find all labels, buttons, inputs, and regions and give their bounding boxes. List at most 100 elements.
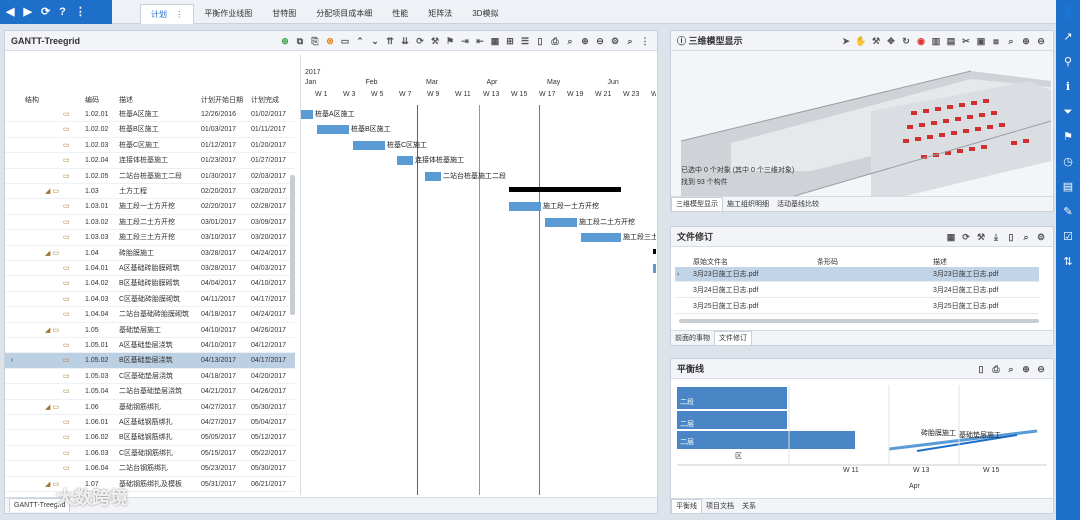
task-bar[interactable] — [545, 217, 577, 227]
tab-3d[interactable]: 3D模拟 — [462, 4, 508, 24]
settings-icon[interactable]: ⚙ — [1035, 227, 1047, 247]
top-icon[interactable]: ⇈ — [384, 31, 396, 51]
zoom-fit-icon[interactable]: ⌕ — [1005, 31, 1017, 51]
hand-icon[interactable]: ✋ — [855, 31, 867, 51]
file-icon[interactable]: ▯ — [1005, 227, 1017, 247]
schedule-icon[interactable]: ⟳ — [414, 31, 426, 51]
search-icon[interactable]: ⚲ — [1056, 50, 1080, 75]
user-icon[interactable]: 👤 — [1056, 0, 1080, 25]
chart-icon[interactable]: ▥ — [930, 31, 942, 51]
task-bar[interactable] — [353, 140, 385, 150]
zoom-fit-icon[interactable]: ⌕ — [1005, 359, 1017, 379]
table-row[interactable]: ▭ 1.05.01 A区基础垫层浇筑 04/10/2017 04/12/2017 — [5, 338, 295, 354]
file-icon[interactable]: ▯ — [534, 31, 546, 51]
print-icon[interactable]: ⎙ — [549, 31, 561, 51]
col-start[interactable]: 计划开始日期 — [201, 95, 243, 105]
export-icon[interactable]: ↗ — [1056, 25, 1080, 50]
tab-file-revision[interactable]: 文件修订 — [714, 331, 752, 345]
zoom-in-icon[interactable]: ⊕ — [1020, 359, 1032, 379]
structure-icon[interactable]: ▤ — [945, 31, 957, 51]
tab-matrix[interactable]: 矩阵法 — [418, 4, 462, 24]
files-scrollbar[interactable] — [679, 319, 1039, 323]
table-row[interactable]: ▭ 1.03.03 施工段三土方开挖 03/10/2017 03/20/2017 — [5, 230, 295, 246]
back-icon[interactable]: ◀ — [6, 0, 14, 24]
col-code[interactable]: 编码 — [85, 95, 99, 105]
rotate-icon[interactable]: ↻ — [900, 31, 912, 51]
col-filename[interactable]: 原始文件名 — [693, 257, 728, 267]
download-icon[interactable]: ⤓ — [990, 227, 1002, 247]
zoom-out-icon[interactable]: ⊖ — [1035, 359, 1047, 379]
task-bar[interactable] — [397, 156, 413, 166]
tab-cost[interactable]: 分配项目成本细 — [306, 4, 382, 24]
refresh-icon[interactable]: ⟳ — [41, 0, 50, 24]
hammer-icon[interactable]: ⚒ — [870, 31, 882, 51]
highlight-icon[interactable]: ◉ — [915, 31, 927, 51]
table-row[interactable]: ▭ 1.06.01 A区基础钢筋绑扎 04/27/2017 05/04/2017 — [5, 415, 295, 431]
add-icon[interactable]: ⊕ — [279, 31, 291, 51]
file-row[interactable]: › 3月23日施工日志.pdf 3月23日施工日志.pdf — [675, 267, 1039, 282]
table-row[interactable]: › ▭ 1.05.02 B区基础垫层浇筑 04/13/2017 04/17/2017 — [5, 353, 295, 369]
col-description[interactable]: 描述 — [933, 257, 947, 267]
info-icon[interactable]: ℹ — [1056, 75, 1080, 100]
document-icon[interactable]: ▤ — [1056, 175, 1080, 200]
table-row[interactable]: ▭ 1.06.03 C区基础钢筋绑扎 05/15/2017 05/22/2017 — [5, 446, 295, 462]
check-icon[interactable]: ☑ — [1056, 225, 1080, 250]
task-bar[interactable] — [425, 171, 441, 181]
search-icon[interactable]: ⌕ — [624, 31, 636, 51]
table-row[interactable]: ▭ 1.03.02 施工段二土方开挖 03/01/2017 03/09/2017 — [5, 215, 295, 231]
table-row[interactable]: ▭ 1.06.02 B区基础钢筋绑扎 05/05/2017 05/12/2017 — [5, 430, 295, 446]
table-row[interactable]: ◢ ▭ 1.03 土方工程 02/20/2017 03/20/2017 — [5, 184, 295, 200]
print-icon[interactable]: ⎙ — [990, 359, 1002, 379]
file-row[interactable]: 3月25日施工日志.pdf 3月25日施工日志.pdf — [675, 299, 1039, 314]
table-row[interactable]: ▭ 1.05.03 C区基础垫层浇筑 04/18/2017 04/20/2017 — [5, 369, 295, 385]
zoom-out-icon[interactable]: ⊖ — [1035, 31, 1047, 51]
table-row[interactable]: ▭ 1.02.01 桩基A区施工 12/26/2016 01/02/2017 — [5, 107, 295, 123]
tab-project-docs[interactable]: 项目文档 — [702, 500, 738, 513]
tab-predecessors[interactable]: 前面的事物 — [671, 332, 714, 345]
calendar-icon[interactable]: ▦ — [489, 31, 501, 51]
col-barcode[interactable]: 条形码 — [817, 257, 838, 267]
help-icon[interactable]: ? — [59, 0, 66, 24]
table-row[interactable]: ▭ 1.02.02 桩基B区施工 01/03/2017 01/11/2017 — [5, 122, 295, 138]
bottom-icon[interactable]: ⇊ — [399, 31, 411, 51]
move-icon[interactable]: ✥ — [885, 31, 897, 51]
table-row[interactable]: ◢ ▭ 1.04 砖胎膜施工 03/28/2017 04/24/2017 — [5, 246, 295, 261]
link-icon[interactable]: ⊗ — [324, 31, 336, 51]
tab-3d-view[interactable]: 三维模型显示 — [671, 197, 723, 211]
table-row[interactable]: ▭ 1.04.04 二站台基础砖胎膜砌筑 04/18/2017 04/24/2017 — [5, 307, 295, 323]
search-icon[interactable]: ⌕ — [1020, 227, 1032, 247]
table-row[interactable]: ▭ 1.04.03 C区基础砖胎膜砌筑 04/11/2017 04/17/2017 — [5, 292, 295, 308]
grid-icon[interactable]: ▦ — [945, 227, 957, 247]
sort-icon[interactable]: ⇅ — [1056, 250, 1080, 275]
col-structure[interactable]: 结构 — [25, 95, 39, 105]
tab-baseline[interactable]: 活动基线比较 — [773, 198, 823, 211]
task-bar[interactable] — [581, 233, 621, 243]
paste-icon[interactable]: ⎘ — [309, 31, 321, 51]
layers-icon[interactable]: ⧈ — [990, 31, 1002, 51]
refresh-icon[interactable]: ⟳ — [960, 227, 972, 247]
task-bar[interactable] — [301, 110, 313, 119]
hammer-icon[interactable]: ⚒ — [975, 227, 987, 247]
outdent-icon[interactable]: ⇤ — [474, 31, 486, 51]
file-icon[interactable]: ▯ — [975, 359, 987, 379]
hammer-icon[interactable]: ⚒ — [429, 31, 441, 51]
table-row[interactable]: ◢ ▭ 1.06 基础钢筋绑扎 04/27/2017 05/30/2017 — [5, 400, 295, 415]
task-bar[interactable] — [317, 125, 349, 135]
filter-icon[interactable]: ⏷ — [1056, 100, 1080, 125]
clock-icon[interactable]: ◷ — [1056, 150, 1080, 175]
table-row[interactable]: ▭ 1.03.01 施工段一土方开挖 02/20/2017 02/28/2017 — [5, 199, 295, 215]
col-desc[interactable]: 描述 — [119, 95, 133, 105]
select-icon[interactable]: ➤ — [840, 31, 852, 51]
more-icon[interactable]: ⋮ — [75, 0, 86, 24]
grid-scrollbar[interactable] — [290, 175, 295, 315]
col-end[interactable]: 计划完成 — [251, 95, 279, 105]
tab-org-detail[interactable]: 施工组织明细 — [723, 198, 773, 211]
zoom-out-icon[interactable]: ⊖ — [594, 31, 606, 51]
table-row[interactable]: ▭ 1.04.01 A区基础砖胎膜砌筑 03/28/2017 04/03/2017 — [5, 261, 295, 277]
delete-icon[interactable]: ▭ — [339, 31, 351, 51]
camera-icon[interactable]: ▣ — [975, 31, 987, 51]
copy-icon[interactable]: ⧉ — [294, 31, 306, 51]
tab-balance[interactable]: 平衡作业线图 — [194, 4, 262, 24]
table-row[interactable]: ▭ 1.02.03 桩基C区施工 01/12/2017 01/20/2017 — [5, 138, 295, 154]
tab-plan[interactable]: 计划 ⋮ — [140, 4, 195, 24]
